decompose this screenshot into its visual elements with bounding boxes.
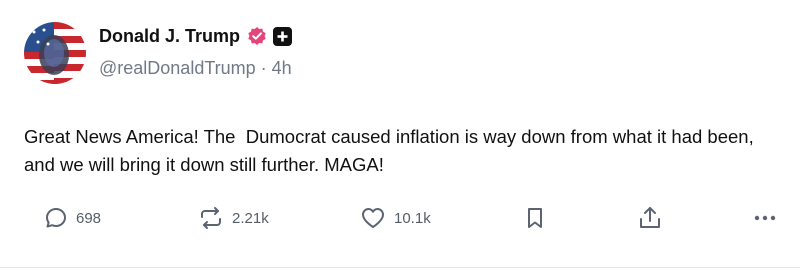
like-count: 10.1k xyxy=(394,209,431,227)
repost-count: 2.21k xyxy=(232,209,269,227)
share-icon xyxy=(640,207,660,228)
share-button[interactable] xyxy=(637,200,663,236)
post-card: Donald J. Trump @realDonaldTrump · 4h Gr… xyxy=(0,0,800,268)
verified-badge-icon xyxy=(247,26,267,46)
like-button[interactable]: 10.1k xyxy=(360,200,431,236)
author-display-name[interactable]: Donald J. Trump xyxy=(99,26,240,47)
bookmark-icon xyxy=(528,208,542,228)
more-button[interactable] xyxy=(752,200,778,236)
author-name-row: Donald J. Trump xyxy=(99,24,293,48)
action-bar: 698 2.21k 10.1k xyxy=(0,200,800,240)
separator-dot: · xyxy=(260,58,267,78)
bookmark-button[interactable] xyxy=(524,200,546,236)
avatar[interactable] xyxy=(24,22,86,84)
plus-badge-icon xyxy=(273,26,293,46)
repost-button[interactable]: 2.21k xyxy=(198,200,269,236)
reply-icon xyxy=(46,208,66,228)
more-icon xyxy=(754,215,776,221)
repost-icon xyxy=(201,207,221,229)
author-handle[interactable]: @realDonaldTrump xyxy=(99,58,256,79)
author-handle-row: @realDonaldTrump · 4h xyxy=(99,58,292,79)
reply-count: 698 xyxy=(76,209,102,227)
post-text: Great News America! The Dumocrat caused … xyxy=(24,126,759,175)
reply-button[interactable]: 698 xyxy=(44,200,101,236)
heart-icon xyxy=(362,208,384,228)
avatar-image xyxy=(24,22,86,84)
post-timestamp[interactable]: 4h xyxy=(272,58,292,79)
